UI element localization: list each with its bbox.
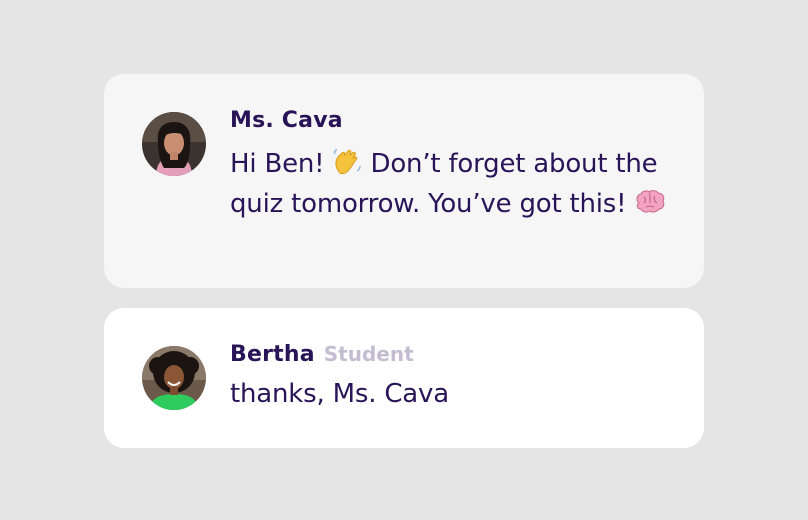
message-content: Bertha Student thanks, Ms. Cava <box>230 342 674 414</box>
message-header: Bertha Student <box>230 342 674 370</box>
sender-name: Ms. Cava <box>230 108 343 133</box>
avatar[interactable] <box>142 346 206 410</box>
message-card-student: Bertha Student thanks, Ms. Cava <box>104 308 704 448</box>
role-badge: Student <box>323 342 414 366</box>
message-header: Ms. Cava <box>230 108 674 136</box>
sender-name: Bertha <box>230 342 315 367</box>
message-text-part: Hi Ben! <box>230 149 333 179</box>
message-content: Ms. Cava Hi Ben! Don’t forget about the … <box>230 108 674 224</box>
avatar[interactable] <box>142 112 206 176</box>
waving-hand-icon <box>332 147 362 177</box>
message-text: thanks, Ms. Cava <box>230 379 449 409</box>
message-text: Hi Ben! Don’t forget about the quiz tomo… <box>230 144 674 224</box>
message-card-teacher: Ms. Cava Hi Ben! Don’t forget about the … <box>104 74 704 288</box>
brain-icon <box>634 189 666 215</box>
